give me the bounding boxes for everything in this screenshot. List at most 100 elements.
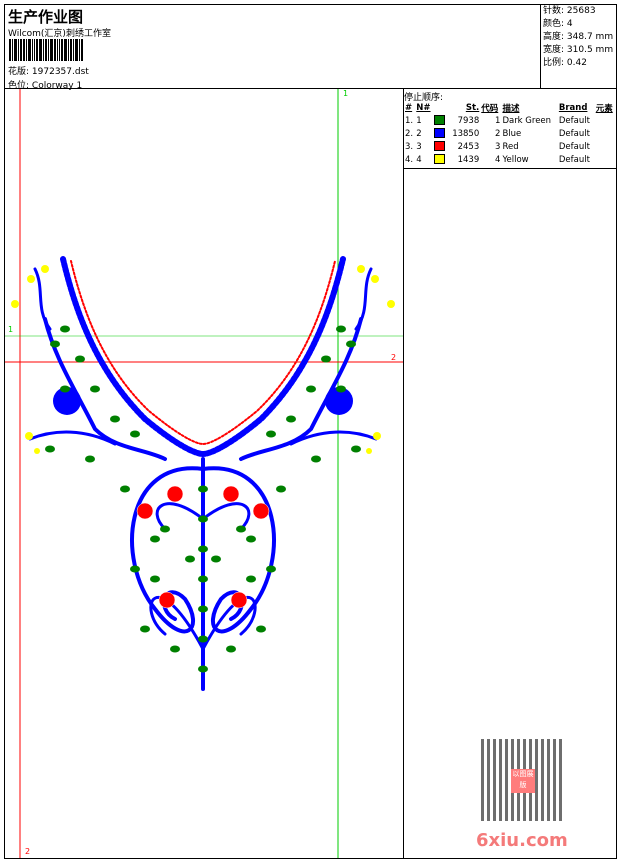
design-label: 花版: xyxy=(8,67,30,77)
row-description: Blue xyxy=(502,128,522,139)
info-stitches: 针数: 25683 xyxy=(543,6,596,16)
col-element: 元素 xyxy=(595,103,613,114)
leaf xyxy=(266,565,276,573)
color-swatch xyxy=(433,127,447,140)
barcode-bar xyxy=(79,39,80,61)
leaf xyxy=(90,385,100,393)
leaf xyxy=(120,485,130,493)
row-stitches: 13850 xyxy=(452,128,480,139)
qr-code: 以图展版 xyxy=(481,739,565,821)
barcode xyxy=(9,39,124,61)
leaf xyxy=(336,325,346,333)
barcode-bar xyxy=(34,39,35,61)
leaf xyxy=(198,575,208,583)
barcode-bar xyxy=(18,39,19,61)
barcode-bar xyxy=(32,39,33,61)
leaf xyxy=(198,485,208,493)
row-element xyxy=(595,127,616,140)
embroidery-preview xyxy=(5,89,403,858)
barcode-bar xyxy=(20,39,22,61)
row-stitches: 1439 xyxy=(457,154,480,165)
leaf xyxy=(198,665,208,673)
leaf xyxy=(85,455,95,463)
row-stitches: 2453 xyxy=(457,141,480,152)
table-row: 3. 3 2453 3 Red Default xyxy=(404,140,616,153)
row-element xyxy=(595,153,616,166)
watermark-logo: 6xiu.com xyxy=(476,830,568,851)
color-swatch xyxy=(433,114,447,127)
leaf xyxy=(311,455,321,463)
design-file: 花版: 1972357.dst xyxy=(8,64,89,77)
barcode-bar xyxy=(54,39,56,61)
leaf xyxy=(110,415,120,423)
leaf xyxy=(45,445,55,453)
row-number: 3 xyxy=(416,141,422,152)
leaf xyxy=(130,565,140,573)
leaf xyxy=(75,355,85,363)
divider xyxy=(403,89,404,859)
leaf xyxy=(60,325,70,333)
leaf xyxy=(351,445,361,453)
row-stitches: 7938 xyxy=(457,115,480,126)
leaf xyxy=(246,575,256,583)
row-description: Yellow xyxy=(502,154,529,165)
leaf xyxy=(236,525,246,533)
barcode-bar xyxy=(48,39,49,61)
guide-label-h2: 2 xyxy=(391,353,397,362)
row-description: Red xyxy=(502,141,519,152)
leaf xyxy=(256,625,266,633)
barcode-bar xyxy=(75,39,78,61)
info-scale: 比例: 0.42 xyxy=(543,58,587,68)
row-element xyxy=(595,114,616,127)
leaf xyxy=(226,645,236,653)
barcode-bar xyxy=(26,39,27,61)
leaf xyxy=(198,545,208,553)
header: 生产作业图 Wilcom(汇京)刺绣工作室 花版: 1972357.dst 色位… xyxy=(4,4,617,91)
row-brand: Default xyxy=(558,115,590,126)
barcode-bar xyxy=(68,39,69,61)
leaf xyxy=(140,625,150,633)
leaf xyxy=(185,555,195,563)
info-height: 高度: 348.7 mm xyxy=(543,32,614,42)
row-brand: Default xyxy=(558,141,590,152)
col-brand: Brand xyxy=(558,102,588,113)
color-swatch xyxy=(433,153,447,166)
row-index: 3. xyxy=(405,141,414,152)
leaf xyxy=(246,535,256,543)
col-stitches: St. xyxy=(465,102,480,113)
col-code: 代码 xyxy=(481,103,499,114)
row-index: 4. xyxy=(405,154,414,165)
row-code: 1 xyxy=(495,115,501,126)
leaf xyxy=(150,575,160,583)
leaf xyxy=(198,635,208,643)
barcode-bar xyxy=(36,39,38,61)
barcode-bar xyxy=(12,39,13,61)
page-title: 生产作业图 xyxy=(8,8,84,26)
barcode-bar xyxy=(73,39,74,61)
design-info: 针数: 25683 颜色: 4 高度: 348.7 mm 宽度: 310.5 m… xyxy=(540,4,617,89)
barcode-bar xyxy=(43,39,44,61)
stop-sequence-title: 停止顺序: xyxy=(404,93,444,103)
leaf xyxy=(346,340,356,348)
qr-seal: 以图展版 xyxy=(511,769,535,793)
leaf xyxy=(150,535,160,543)
row-number: 4 xyxy=(416,154,422,165)
leaf xyxy=(130,430,140,438)
info-width: 宽度: 310.5 mm xyxy=(543,45,614,55)
leaf xyxy=(336,385,346,393)
color-swatch-box xyxy=(434,141,446,152)
row-brand: Default xyxy=(558,154,590,165)
barcode-bar xyxy=(57,39,58,61)
row-code: 3 xyxy=(495,141,501,152)
color-swatch-box xyxy=(434,154,446,165)
leaf xyxy=(211,555,221,563)
guide-label-h1: 1 xyxy=(8,325,14,334)
barcode-bar xyxy=(64,39,67,61)
stop-sequence-table: # N# St. 代码 描述 Brand 元素 1. 1 7938 1 Dark Gre… xyxy=(404,101,616,166)
guide-label-v1: 1 xyxy=(343,89,349,98)
row-description: Dark Green xyxy=(502,115,552,126)
leaf xyxy=(60,385,70,393)
table-row: 2. 2 13850 2 Blue Default xyxy=(404,127,616,140)
row-index: 2. xyxy=(405,128,414,139)
table-row: 4. 4 1439 4 Yellow Default xyxy=(404,153,616,166)
